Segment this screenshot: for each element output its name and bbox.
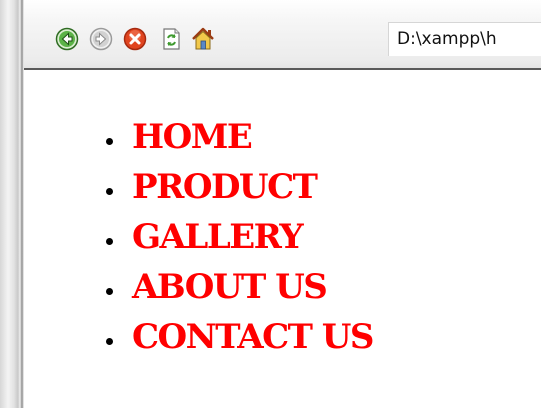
browser-window: D:\xampp\h HOME PRODUCT GALLERY ABOUT US [0, 0, 541, 408]
bullet-icon [106, 288, 113, 295]
address-text: D:\xampp\h [397, 29, 497, 49]
nav-link-product[interactable]: PRODUCT [132, 162, 318, 212]
nav-link-contact-us[interactable]: CONTACT US [132, 312, 374, 362]
browser-toolbar: D:\xampp\h [24, 0, 541, 70]
bullet-icon [106, 188, 113, 195]
nav-item-product: PRODUCT [106, 162, 373, 212]
stop-button[interactable] [122, 26, 148, 52]
home-button[interactable] [190, 26, 216, 52]
nav-item-gallery: GALLERY [106, 212, 373, 262]
nav-item-home: HOME [106, 112, 373, 162]
nav-link-gallery[interactable]: GALLERY [132, 212, 304, 262]
nav-link-home[interactable]: HOME [132, 112, 253, 162]
nav-item-about-us: ABOUT US [106, 262, 373, 312]
window-left-frame [0, 0, 24, 408]
bullet-icon [106, 238, 113, 245]
bullet-icon [106, 338, 113, 345]
home-icon [192, 27, 214, 50]
stop-icon [123, 27, 147, 51]
page-content: HOME PRODUCT GALLERY ABOUT US CONTACT US [24, 70, 541, 408]
forward-button[interactable] [88, 26, 114, 52]
back-icon [55, 27, 79, 51]
nav-link-about-us[interactable]: ABOUT US [132, 262, 328, 312]
address-bar[interactable]: D:\xampp\h [388, 22, 541, 56]
nav-menu: HOME PRODUCT GALLERY ABOUT US CONTACT US [106, 112, 374, 362]
bullet-icon [106, 138, 113, 145]
nav-item-contact-us: CONTACT US [106, 312, 374, 362]
forward-icon [89, 27, 113, 51]
refresh-icon [163, 28, 180, 50]
refresh-button[interactable] [158, 26, 184, 52]
back-button[interactable] [54, 26, 80, 52]
